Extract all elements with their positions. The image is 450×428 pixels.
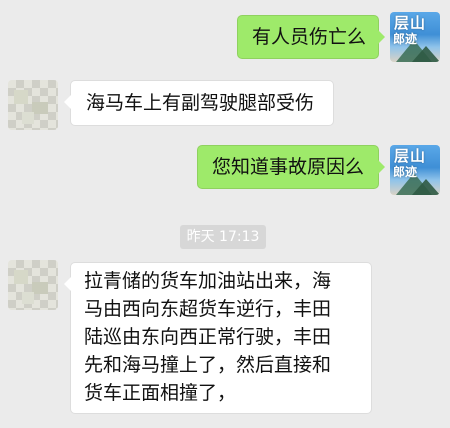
message-bubble-other[interactable]: 拉青储的货车加油站出来，海 马由西向东超货车逆行，丰田 陆巡由东向西正常行驶，丰… <box>64 262 372 414</box>
contact-avatar[interactable] <box>8 80 58 130</box>
chat-window: 层山 郎迹 有人员伤亡么 海马车上有副驾驶腿部受伤 层山 郎迹 您知道事故原因么… <box>0 0 450 428</box>
avatar-pixel-block <box>22 112 34 124</box>
avatar-calligraphy: 层山 <box>394 14 427 32</box>
message-text-line: 拉青储的货车加油站出来，海 <box>84 270 332 292</box>
avatar-pixel-block <box>32 102 48 114</box>
message-text: 海马车上有副驾驶腿部受伤 <box>86 92 315 114</box>
avatar-mountain-shape <box>412 179 440 195</box>
self-avatar[interactable]: 层山 郎迹 <box>390 145 440 195</box>
contact-avatar[interactable] <box>8 260 58 310</box>
avatar-calligraphy: 层山 <box>394 147 427 165</box>
message-text-line: 马由西向东超货车逆行，丰田 <box>84 298 332 320</box>
message-bubble-other[interactable]: 海马车上有副驾驶腿部受伤 <box>64 80 334 126</box>
avatar-mountain-shape <box>412 46 440 62</box>
message-text: 您知道事故原因么 <box>212 156 365 178</box>
message-text: 有人员伤亡么 <box>252 26 367 48</box>
message-text-line: 货车正面相撞了， <box>84 382 237 404</box>
avatar-calligraphy: 郎迹 <box>393 32 418 46</box>
avatar-pixel-block <box>14 270 28 284</box>
message-bubble-self[interactable]: 您知道事故原因么 <box>197 145 385 189</box>
self-avatar[interactable]: 层山 郎迹 <box>390 12 440 62</box>
message-text-line: 先和海马撞上了，然后直接和 <box>84 354 332 376</box>
message-bubble-self[interactable]: 有人员伤亡么 <box>237 15 385 59</box>
avatar-calligraphy: 郎迹 <box>393 165 418 179</box>
avatar-pixel-block <box>14 90 28 104</box>
avatar-pixel-block <box>22 292 34 304</box>
message-text-line: 陆巡由东向西正常行驶，丰田 <box>84 326 332 348</box>
avatar-pixel-block <box>32 282 48 294</box>
timestamp-label: 昨天 17:13 <box>180 225 266 249</box>
